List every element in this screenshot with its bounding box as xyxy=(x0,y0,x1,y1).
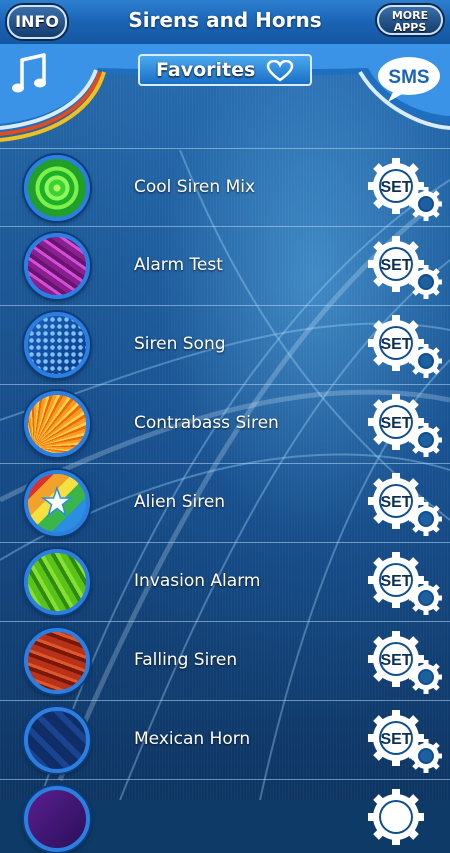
star-icon xyxy=(40,485,74,517)
more-apps-button[interactable]: MORE APPS xyxy=(377,5,443,35)
sms-label: SMS xyxy=(388,67,429,88)
more-apps-label-line2: APPS xyxy=(393,21,427,34)
sound-name: Cool Siren Mix xyxy=(134,177,256,197)
sound-name: Mexican Horn xyxy=(134,729,251,749)
set-label: SET xyxy=(380,731,411,748)
top-bar: INFO Sirens and Horns MORE APPS xyxy=(0,0,450,44)
navy-stripes-thumb xyxy=(24,707,90,773)
heart-icon xyxy=(266,59,294,82)
orange-rays-thumb xyxy=(24,391,90,457)
set-ringtone-button[interactable]: SET xyxy=(368,156,442,222)
set-ringtone-button[interactable]: SET xyxy=(368,313,442,379)
set-ringtone-button[interactable]: SET xyxy=(368,629,442,695)
list-item-partial[interactable] xyxy=(0,780,450,852)
sound-name: Contrabass Siren xyxy=(134,413,279,433)
list-item[interactable]: Falling Siren SET xyxy=(0,622,450,701)
green-stripes-thumb xyxy=(24,549,90,615)
sound-list: Cool Siren Mix SET Alarm Test SET Siren … xyxy=(0,148,450,852)
sound-name: Falling Siren xyxy=(134,650,238,670)
list-item[interactable]: Siren Song SET xyxy=(0,306,450,385)
red-waves-thumb xyxy=(24,628,90,694)
set-ringtone-button[interactable]: SET xyxy=(368,234,442,300)
set-ringtone-button[interactable]: SET xyxy=(368,392,442,458)
set-ringtone-button[interactable]: SET xyxy=(368,471,442,537)
set-ringtone-button[interactable]: SET xyxy=(368,550,442,616)
favorites-button[interactable]: Favorites xyxy=(138,54,312,86)
list-item[interactable]: Contrabass Siren SET xyxy=(0,385,450,464)
set-label: SET xyxy=(380,257,411,274)
sound-name: Siren Song xyxy=(134,334,226,354)
green-flower-thumb xyxy=(24,155,90,221)
music-note-icon[interactable] xyxy=(10,52,50,96)
favorites-label: Favorites xyxy=(156,59,256,81)
sound-name: Alarm Test xyxy=(134,255,223,275)
violet-thumb xyxy=(24,786,90,852)
sound-name: Alien Siren xyxy=(134,492,226,512)
list-item[interactable]: Cool Siren Mix SET xyxy=(0,148,450,227)
set-label: SET xyxy=(380,652,411,669)
list-item[interactable]: Alarm Test SET xyxy=(0,227,450,306)
blue-dots-thumb xyxy=(24,312,90,378)
list-item[interactable]: Invasion Alarm SET xyxy=(0,543,450,622)
set-label: SET xyxy=(380,415,411,432)
set-label: SET xyxy=(380,336,411,353)
set-label: SET xyxy=(380,573,411,590)
set-label: SET xyxy=(380,179,411,196)
set-ringtone-button[interactable]: SET xyxy=(368,708,442,774)
set-ringtone-button[interactable] xyxy=(368,787,442,853)
purple-swirl-thumb xyxy=(24,233,90,299)
rainbow-star-thumb xyxy=(24,470,90,536)
list-item[interactable]: Alien Siren SET xyxy=(0,464,450,543)
sms-button[interactable]: SMS xyxy=(376,54,442,104)
list-item[interactable]: Mexican Horn SET xyxy=(0,701,450,780)
set-label: SET xyxy=(380,494,411,511)
sound-name: Invasion Alarm xyxy=(134,571,261,591)
